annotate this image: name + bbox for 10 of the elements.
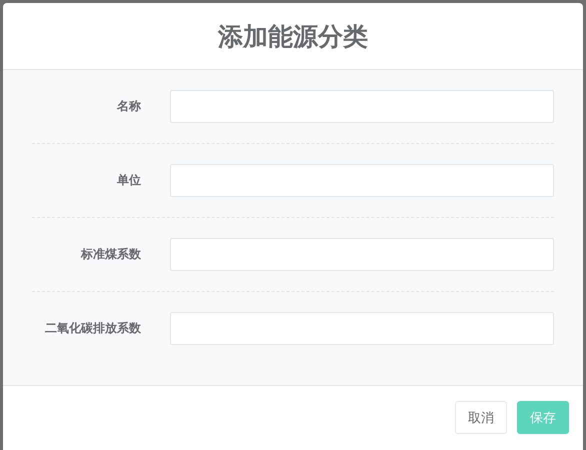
field-label: 二氧化碳排放系数 [44, 320, 141, 337]
field-label: 标准煤系数 [80, 246, 141, 263]
input-field[interactable] [170, 164, 554, 197]
input-field[interactable] [170, 90, 554, 123]
field-label: 名称 [116, 98, 141, 115]
dialog-title: 添加能源分类 [218, 20, 368, 52]
cancel-button[interactable]: 取消 [455, 401, 507, 434]
input-field[interactable] [170, 238, 554, 271]
input-field[interactable] [170, 312, 554, 345]
field-label: 单位 [116, 172, 141, 189]
